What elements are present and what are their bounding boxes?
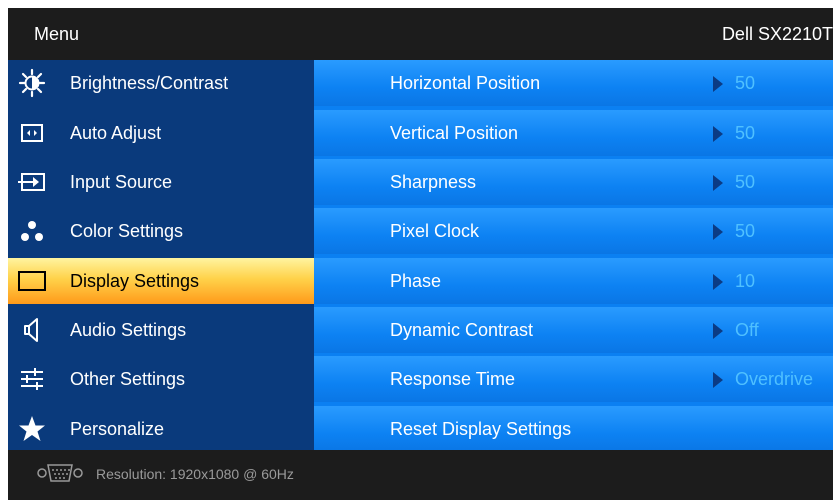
setting-value: 50 (735, 123, 756, 143)
setting-row-phase[interactable]: Phase 10 (314, 258, 833, 304)
setting-label: Phase (390, 271, 442, 291)
star-icon (19, 416, 45, 441)
arrow-right-icon (713, 372, 723, 388)
setting-label: Pixel Clock (390, 221, 480, 241)
color-settings-icon (21, 221, 43, 241)
setting-value: 50 (735, 221, 756, 241)
brightness-icon (18, 68, 46, 98)
setting-label: Reset Display Settings (390, 419, 572, 439)
other-settings-icon (21, 368, 43, 390)
osd-footer: Resolution: 1920x1080 @ 60Hz (8, 450, 833, 500)
sidebar-item-label: Brightness/Contrast (70, 73, 229, 93)
setting-row-horizontal-position[interactable]: Horizontal Position 50 (314, 60, 833, 106)
setting-row-pixel-clock[interactable]: Pixel Clock 50 (314, 208, 833, 254)
reset-display-settings-button[interactable]: Reset Display Settings (314, 406, 833, 452)
sidebar-item-label: Color Settings (70, 221, 184, 241)
display-settings-icon (18, 271, 46, 291)
setting-label: Sharpness (390, 172, 477, 192)
resolution-status: Resolution: 1920x1080 @ 60Hz (96, 466, 294, 482)
sidebar-item-label: Display Settings (70, 271, 200, 291)
arrow-right-icon (713, 175, 723, 191)
sidebar-item-label: Auto Adjust (70, 123, 162, 143)
setting-row-response-time[interactable]: Response Time Overdrive (314, 356, 833, 402)
auto-adjust-icon (21, 124, 43, 142)
osd-menu: Menu Dell SX2210T Brightness/Contrast Au… (8, 8, 833, 500)
osd-header: Menu Dell SX2210T (8, 8, 833, 60)
setting-value: 50 (735, 73, 756, 93)
sidebar-item-other-settings[interactable]: Other Settings (8, 356, 314, 402)
setting-value: 50 (735, 172, 756, 192)
arrow-right-icon (713, 76, 723, 92)
arrow-right-icon (713, 323, 723, 339)
input-source-icon (18, 173, 45, 191)
sidebar-item-input-source[interactable]: Input Source (8, 159, 314, 205)
sidebar-item-color-settings[interactable]: Color Settings (8, 208, 314, 254)
sidebar-item-brightness-contrast[interactable]: Brightness/Contrast (8, 60, 314, 106)
vga-connector-icon (37, 464, 83, 482)
sidebar-item-display-settings[interactable]: Display Settings (8, 258, 314, 304)
osd-sidebar: Brightness/Contrast Auto Adjust Input So… (8, 60, 314, 450)
setting-row-sharpness[interactable]: Sharpness 50 (314, 159, 833, 205)
sidebar-item-label: Personalize (70, 419, 165, 439)
sidebar-item-audio-settings[interactable]: Audio Settings (8, 307, 314, 353)
setting-label: Vertical Position (390, 123, 519, 143)
menu-title: Menu (34, 24, 80, 44)
sidebar-item-label: Input Source (70, 172, 173, 192)
setting-value: 10 (735, 271, 756, 291)
sidebar-item-auto-adjust[interactable]: Auto Adjust (8, 110, 314, 156)
arrow-right-icon (713, 126, 723, 142)
sidebar-item-personalize[interactable]: Personalize (8, 406, 314, 452)
monitor-model-name: Dell SX2210T (721, 24, 833, 44)
setting-row-dynamic-contrast[interactable]: Dynamic Contrast Off (314, 307, 833, 353)
display-settings-panel: Horizontal Position 50 Vertical Position… (314, 60, 833, 452)
speaker-icon (24, 318, 38, 342)
sidebar-item-label: Other Settings (70, 369, 186, 389)
setting-label: Horizontal Position (390, 73, 541, 93)
setting-label: Dynamic Contrast (390, 320, 534, 340)
arrow-right-icon (713, 274, 723, 290)
setting-value: Overdrive (735, 369, 814, 389)
arrow-right-icon (713, 224, 723, 240)
sidebar-item-label: Audio Settings (70, 320, 187, 340)
setting-row-vertical-position[interactable]: Vertical Position 50 (314, 110, 833, 156)
setting-value: Off (735, 320, 759, 340)
setting-label: Response Time (390, 369, 516, 389)
